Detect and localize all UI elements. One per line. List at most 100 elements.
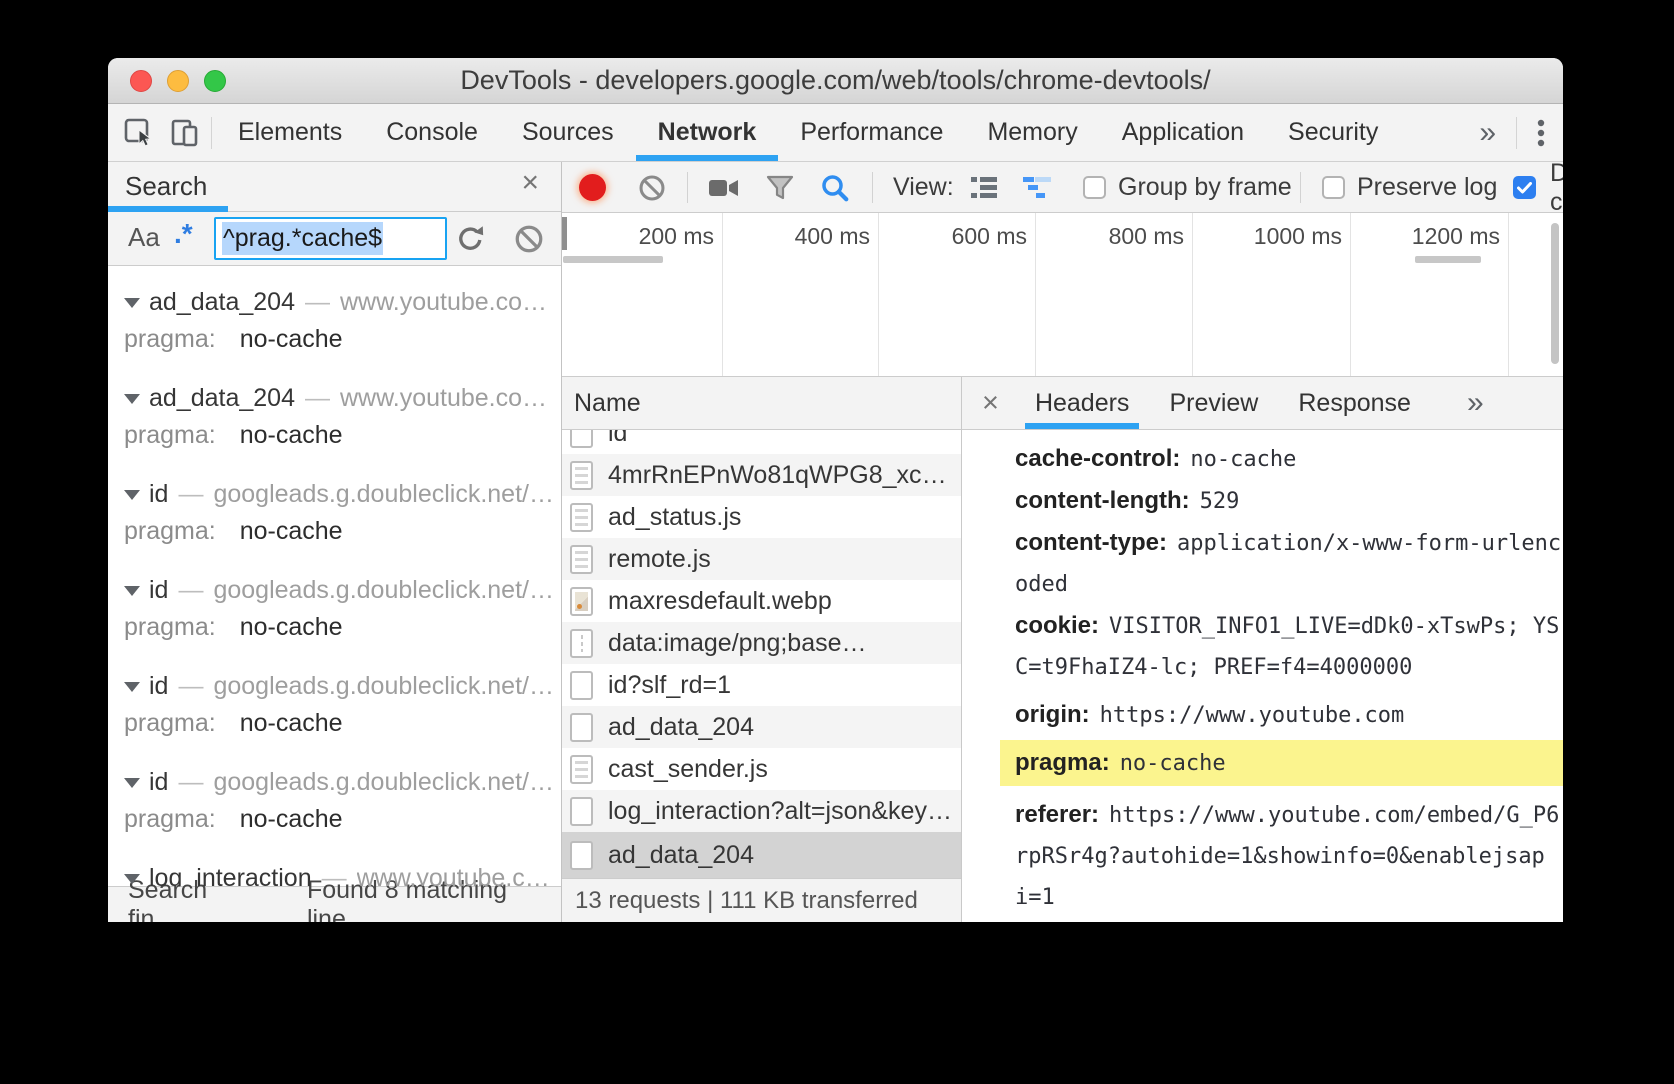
request-row-partial[interactable]: id bbox=[562, 430, 961, 454]
search-result-match[interactable]: pragma:no-cache bbox=[108, 705, 561, 742]
tab-security[interactable]: Security bbox=[1266, 104, 1400, 161]
disable-cache-label[interactable]: Disable cache bbox=[1550, 162, 1563, 213]
search-result-header[interactable]: id—googleads.g.doubleclick.net/p… bbox=[108, 764, 561, 801]
device-toolbar-icon[interactable] bbox=[171, 118, 199, 148]
request-row[interactable]: ad_data_204 bbox=[562, 832, 961, 878]
detail-tab-preview[interactable]: Preview bbox=[1159, 377, 1268, 429]
divider bbox=[1516, 117, 1517, 149]
request-row[interactable]: id?slf_rd=1 bbox=[562, 664, 961, 706]
timeline-overview[interactable]: 200 ms400 ms600 ms800 ms1000 ms1200 ms bbox=[562, 213, 1563, 377]
preserve-log-label[interactable]: Preserve log bbox=[1357, 162, 1497, 213]
headers-content: cache-control:no-cachecontent-length:529… bbox=[962, 430, 1563, 922]
header-value: https://www.youtube.com bbox=[1100, 703, 1405, 728]
group-by-frame-checkbox[interactable] bbox=[1083, 162, 1106, 213]
result-dash: — bbox=[305, 288, 330, 317]
search-result-match[interactable]: pragma:no-cache bbox=[108, 513, 561, 550]
request-row[interactable]: remote.js bbox=[562, 538, 961, 580]
close-search-icon[interactable]: × bbox=[521, 166, 539, 200]
result-dash: — bbox=[178, 768, 203, 797]
search-requests-icon[interactable] bbox=[820, 162, 850, 213]
search-status-bar: Search fin… Found 8 matching line… bbox=[108, 886, 561, 922]
disclosure-triangle-icon[interactable] bbox=[124, 874, 140, 884]
script-file-icon bbox=[570, 755, 593, 784]
waterfall-view-icon[interactable] bbox=[1023, 162, 1051, 213]
request-row[interactable]: maxresdefault.webp bbox=[562, 580, 961, 622]
disclosure-triangle-icon[interactable] bbox=[124, 778, 140, 788]
search-panel-header: Search × bbox=[108, 162, 561, 212]
timeline-scrollbar[interactable] bbox=[1551, 223, 1559, 364]
disclosure-triangle-icon[interactable] bbox=[124, 490, 140, 500]
tab-sources[interactable]: Sources bbox=[500, 104, 636, 161]
result-url: googleads.g.doubleclick.net/p… bbox=[213, 768, 561, 797]
match-value: no-cache bbox=[240, 325, 343, 354]
record-button[interactable] bbox=[579, 162, 606, 213]
search-result-group: log_interaction—www.youtube.co… bbox=[108, 860, 561, 886]
request-row[interactable]: id bbox=[562, 430, 961, 454]
search-result-match[interactable]: pragma:no-cache bbox=[108, 321, 561, 358]
request-row[interactable]: ad_status.js bbox=[562, 496, 961, 538]
result-url: googleads.g.doubleclick.net/p… bbox=[213, 576, 561, 605]
tab-memory[interactable]: Memory bbox=[965, 104, 1099, 161]
disclosure-triangle-icon[interactable] bbox=[124, 394, 140, 404]
disclosure-triangle-icon[interactable] bbox=[124, 682, 140, 692]
preserve-log-checkbox[interactable] bbox=[1322, 162, 1345, 213]
disclosure-triangle-icon[interactable] bbox=[124, 298, 140, 308]
result-dash: — bbox=[322, 864, 347, 886]
search-result-group: id—googleads.g.doubleclick.net/p…pragma:… bbox=[108, 764, 561, 860]
request-row[interactable]: cast_sender.js bbox=[562, 748, 961, 790]
detail-tab-headers[interactable]: Headers bbox=[1025, 377, 1140, 429]
divider bbox=[687, 172, 688, 203]
clear-requests-icon[interactable] bbox=[638, 162, 666, 213]
request-row[interactable]: 4mrRnEPnWo81qWPG8_xcG… bbox=[562, 454, 961, 496]
more-tabs-icon[interactable]: » bbox=[1463, 116, 1512, 150]
request-name: id?slf_rd=1 bbox=[608, 671, 731, 700]
request-row[interactable]: log_interaction?alt=json&key… bbox=[562, 790, 961, 832]
disclosure-triangle-icon[interactable] bbox=[124, 586, 140, 596]
header-value: application/x-www-form-urlenc bbox=[1177, 531, 1561, 556]
close-detail-icon[interactable]: × bbox=[982, 387, 999, 420]
header-line: referer:https://www.youtube.com/embed/G_… bbox=[1015, 794, 1563, 836]
search-result-header[interactable]: ad_data_204—www.youtube.com/… bbox=[108, 284, 561, 321]
large-rows-view-icon[interactable] bbox=[971, 162, 998, 213]
refresh-search-icon[interactable] bbox=[455, 223, 486, 254]
zoom-window-button[interactable] bbox=[204, 70, 226, 92]
search-result-match[interactable]: pragma:no-cache bbox=[108, 609, 561, 646]
tab-network[interactable]: Network bbox=[636, 104, 779, 161]
header-line: rpRSr4g?autohide=1&showinfo=0&enablejsap bbox=[1015, 836, 1563, 877]
result-dash: — bbox=[178, 672, 203, 701]
search-result-header[interactable]: log_interaction—www.youtube.co… bbox=[108, 860, 561, 886]
name-column-header[interactable]: Name bbox=[562, 377, 961, 430]
search-result-header[interactable]: id—googleads.g.doubleclick.net/p… bbox=[108, 476, 561, 513]
result-name: id bbox=[149, 672, 168, 701]
document-file-icon bbox=[570, 713, 593, 742]
filter-icon[interactable] bbox=[766, 162, 794, 213]
kebab-menu-icon[interactable] bbox=[1521, 117, 1545, 149]
request-row[interactable]: ad_data_204 bbox=[562, 706, 961, 748]
tab-performance[interactable]: Performance bbox=[778, 104, 965, 161]
clear-search-icon[interactable] bbox=[514, 224, 544, 254]
header-line: content-length:529 bbox=[1015, 480, 1563, 522]
search-result-header[interactable]: id—googleads.g.doubleclick.net/p… bbox=[108, 572, 561, 609]
filmstrip-camera-icon[interactable] bbox=[708, 162, 740, 213]
minimize-window-button[interactable] bbox=[167, 70, 189, 92]
tab-elements[interactable]: Elements bbox=[216, 104, 364, 161]
tab-console[interactable]: Console bbox=[364, 104, 500, 161]
search-result-header[interactable]: ad_data_204—www.youtube.com/… bbox=[108, 380, 561, 417]
search-result-match[interactable]: pragma:no-cache bbox=[108, 417, 561, 454]
close-window-button[interactable] bbox=[130, 70, 152, 92]
result-dash: — bbox=[178, 480, 203, 509]
regex-toggle[interactable]: .* bbox=[174, 218, 193, 250]
timeline-resource-bar bbox=[1415, 256, 1481, 263]
result-url: googleads.g.doubleclick.net/p… bbox=[213, 672, 561, 701]
search-result-header[interactable]: id — googleads.g.doubleclick.net/p… bbox=[108, 668, 561, 705]
group-by-frame-label[interactable]: Group by frame bbox=[1118, 162, 1292, 213]
search-result-match[interactable]: pragma:no-cache bbox=[108, 801, 561, 838]
match-case-toggle[interactable]: Aa bbox=[128, 222, 160, 253]
detail-tab-response[interactable]: Response bbox=[1288, 377, 1421, 429]
request-row[interactable]: data:image/png;base… bbox=[562, 622, 961, 664]
search-query-input[interactable]: ^prag.*cache$ bbox=[214, 217, 447, 260]
inspect-element-icon[interactable] bbox=[124, 118, 155, 148]
more-detail-tabs-icon[interactable]: » bbox=[1467, 386, 1484, 420]
disable-cache-checkbox[interactable] bbox=[1513, 162, 1536, 213]
tab-application[interactable]: Application bbox=[1100, 104, 1266, 161]
